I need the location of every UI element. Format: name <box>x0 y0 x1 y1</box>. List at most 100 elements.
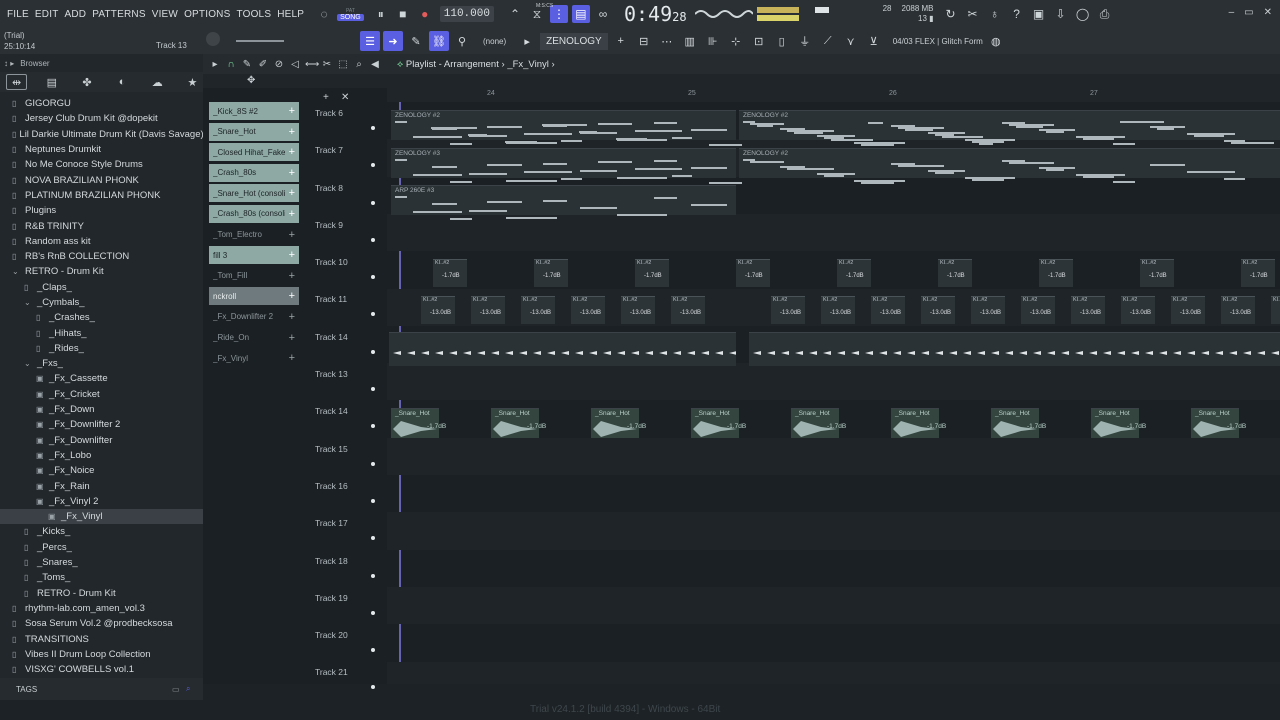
track-header[interactable]: Track 13 <box>311 363 379 400</box>
track-header[interactable]: Track 14 <box>311 400 379 437</box>
track-mute-led[interactable] <box>371 685 375 690</box>
pattern-clip[interactable]: nckroll + <box>209 287 299 306</box>
track-lane[interactable] <box>387 512 1280 550</box>
track-mute-led[interactable] <box>371 126 375 130</box>
audio-clip[interactable]: KI..#2 -1.7dB <box>1039 259 1073 287</box>
add-clip-icon[interactable]: + <box>289 167 295 179</box>
save-icon[interactable]: ▣ <box>1030 5 1048 23</box>
track-header[interactable]: Track 19 <box>311 587 379 624</box>
menu-patterns[interactable]: PATTERNS <box>89 9 148 20</box>
track-lane[interactable] <box>387 363 1280 401</box>
play-arrow-icon[interactable]: ▸ <box>517 31 537 51</box>
track-lane[interactable] <box>387 624 1280 661</box>
browser-item[interactable]: ▣ _Fx_Downlifter 2 <box>0 417 203 432</box>
audio-clip[interactable]: KI..#2 -1.7dB <box>1140 259 1174 287</box>
track-header[interactable]: Track 20 <box>311 624 379 661</box>
browser-item[interactable]: ▯ _Hihats_ <box>0 325 203 340</box>
browser-item[interactable]: ▯ PLATINUM BRAZILIAN PHONK <box>0 188 203 203</box>
browser-item[interactable]: ⌄ _Fxs_ <box>0 356 203 371</box>
add-clip-icon[interactable]: + <box>289 290 295 302</box>
browser-item[interactable]: ▣ _Fx_Downlifter <box>0 433 203 448</box>
audio-clip[interactable]: KI..#2 -13.0dB <box>621 296 655 324</box>
pattern-block[interactable]: ZENOLOGY #2 <box>739 148 1280 184</box>
pattern-block[interactable] <box>749 332 1280 366</box>
track-lane[interactable] <box>387 661 1280 684</box>
metronome-icon[interactable]: ⌃ <box>506 5 524 23</box>
browser-item[interactable]: ⌄ _Cymbals_ <box>0 295 203 310</box>
browser-item[interactable]: ▣ _Fx_Cassette <box>0 371 203 386</box>
menu-options[interactable]: OPTIONS <box>181 9 233 20</box>
browser-item[interactable]: ▯ VISXG' COWBELLS vol.1 <box>0 662 203 676</box>
song-pat-switch[interactable]: PAT SONG <box>337 8 364 21</box>
loop-record-icon[interactable]: ∞ <box>594 5 612 23</box>
page-icon[interactable]: ▯ <box>772 31 792 51</box>
browser-icon[interactable]: ⊡ <box>749 31 769 51</box>
pattern-block[interactable]: ZENOLOGY #2 <box>391 110 742 146</box>
audio-clip[interactable]: KI..#2 -1.7dB <box>938 259 972 287</box>
menu-tools[interactable]: TOOLS <box>233 9 274 20</box>
audio-clip[interactable]: KI..#2 -13.0dB <box>771 296 805 324</box>
sliders-icon[interactable]: ⊪ <box>703 31 723 51</box>
browser-item[interactable]: ▯ GIGORGU <box>0 96 203 111</box>
audio-clip[interactable]: KI..#2 -1.7dB <box>736 259 770 287</box>
stop-button[interactable]: ■ <box>394 5 412 23</box>
browser-item[interactable]: ▣ _Fx_Cricket <box>0 387 203 402</box>
browser-item[interactable]: ▯ NOVA BRAZILIAN PHONK <box>0 172 203 187</box>
browser-cloud-tab[interactable]: ☁ <box>147 74 168 90</box>
pattern-clip[interactable]: _Snare_Hot + <box>209 122 299 141</box>
mute-tool-icon[interactable]: ◁ <box>289 59 301 70</box>
browser-item[interactable]: ▯ Lil Darkie Ultimate Drum Kit (Davis Sav… <box>0 127 203 142</box>
magnet-icon[interactable]: ∩ <box>225 59 237 70</box>
plugin-icon[interactable]: ⊹ <box>726 31 746 51</box>
audio-clip[interactable]: KI..#2 -13.0dB <box>1221 296 1255 324</box>
browser-item[interactable]: ▯ _Snares_ <box>0 555 203 570</box>
playlist-menu-icon[interactable]: ▸ <box>209 59 221 70</box>
browser-item[interactable]: ▯ _Claps_ <box>0 280 203 295</box>
add-pattern-icon[interactable]: + <box>611 31 631 51</box>
audio-clip[interactable]: KI..#2 -13.0dB <box>421 296 455 324</box>
menu-file[interactable]: FILE <box>4 9 32 20</box>
track-header[interactable]: Track 17 <box>311 512 379 549</box>
pattern-block[interactable]: _Snare_Hot -1.7dB <box>691 408 746 438</box>
pattern-clip[interactable]: _Fx_Downlifter 2 + <box>209 308 299 326</box>
refresh-icon[interactable]: ↻ <box>942 5 960 23</box>
tag-folder-icon[interactable]: ▭ <box>172 685 180 694</box>
browser-samples-tab[interactable]: ◐ <box>112 74 133 90</box>
track-header[interactable]: Track 6 <box>311 102 379 139</box>
arrangement-lanes[interactable]: ZENOLOGY #2 ZENOLOGY #2 ZENOLOGY #3 ZENOLOG… <box>387 102 1280 684</box>
browser-item[interactable]: ▯ Plugins <box>0 203 203 218</box>
channel-rack-icon[interactable]: ⋯ <box>657 31 677 51</box>
audio-clip[interactable]: KI..#2 -1.7dB <box>837 259 871 287</box>
record-button[interactable]: ● <box>416 5 434 23</box>
browser-item[interactable]: ▣ _Fx_Vinyl <box>0 509 203 525</box>
browser-item[interactable]: ▯ _Percs_ <box>0 540 203 555</box>
search-icon[interactable]: ⌕ <box>186 684 190 694</box>
pattern-block[interactable]: _Snare_Hot -1.7dB <box>1091 408 1146 438</box>
audio-clip[interactable]: KI..#2 -13.0dB <box>971 296 1005 324</box>
pattern-block[interactable]: _Snare_Hot -1.7dB <box>791 408 846 438</box>
audio-clip[interactable]: KI..#2 -13.0dB <box>1021 296 1055 324</box>
browser-item[interactable]: ▣ _Fx_Down <box>0 402 203 417</box>
track-header[interactable]: Track 8 <box>311 177 379 214</box>
song-position-clock[interactable]: 0:4928 <box>624 2 687 26</box>
cart-icon[interactable]: ⊻ <box>864 31 884 51</box>
browser-nav-icon[interactable]: ↕ ▸ <box>4 59 14 68</box>
audio-clip[interactable]: KI..#2 -1.7dB <box>635 259 669 287</box>
wand-icon[interactable]: ⟋ <box>818 31 838 51</box>
close-icon[interactable]: ✕ <box>1264 7 1272 18</box>
track-lane[interactable] <box>387 475 1280 512</box>
browser-item[interactable]: ▯ TRANSITIONS <box>0 631 203 646</box>
zoom-tool-icon[interactable]: ⌕ <box>353 59 365 70</box>
add-clip-icon[interactable]: + <box>289 126 295 138</box>
audio-clip[interactable]: KI..#2 -13.0dB <box>571 296 605 324</box>
add-clip-icon[interactable]: + <box>289 208 295 220</box>
track-lane[interactable] <box>387 437 1280 475</box>
arrow-right-icon[interactable]: ➜ <box>383 31 403 51</box>
track-mute-led[interactable] <box>371 163 375 168</box>
browser-item[interactable]: ▯ RETRO - Drum Kit <box>0 586 203 601</box>
render-icon[interactable]: ⇩ <box>1052 5 1070 23</box>
add-clip-icon[interactable]: + <box>289 311 295 323</box>
scissors-icon[interactable]: ✂ <box>964 5 982 23</box>
pattern-block[interactable]: _Snare_Hot -1.7dB <box>991 408 1046 438</box>
track-lane[interactable] <box>387 586 1280 625</box>
